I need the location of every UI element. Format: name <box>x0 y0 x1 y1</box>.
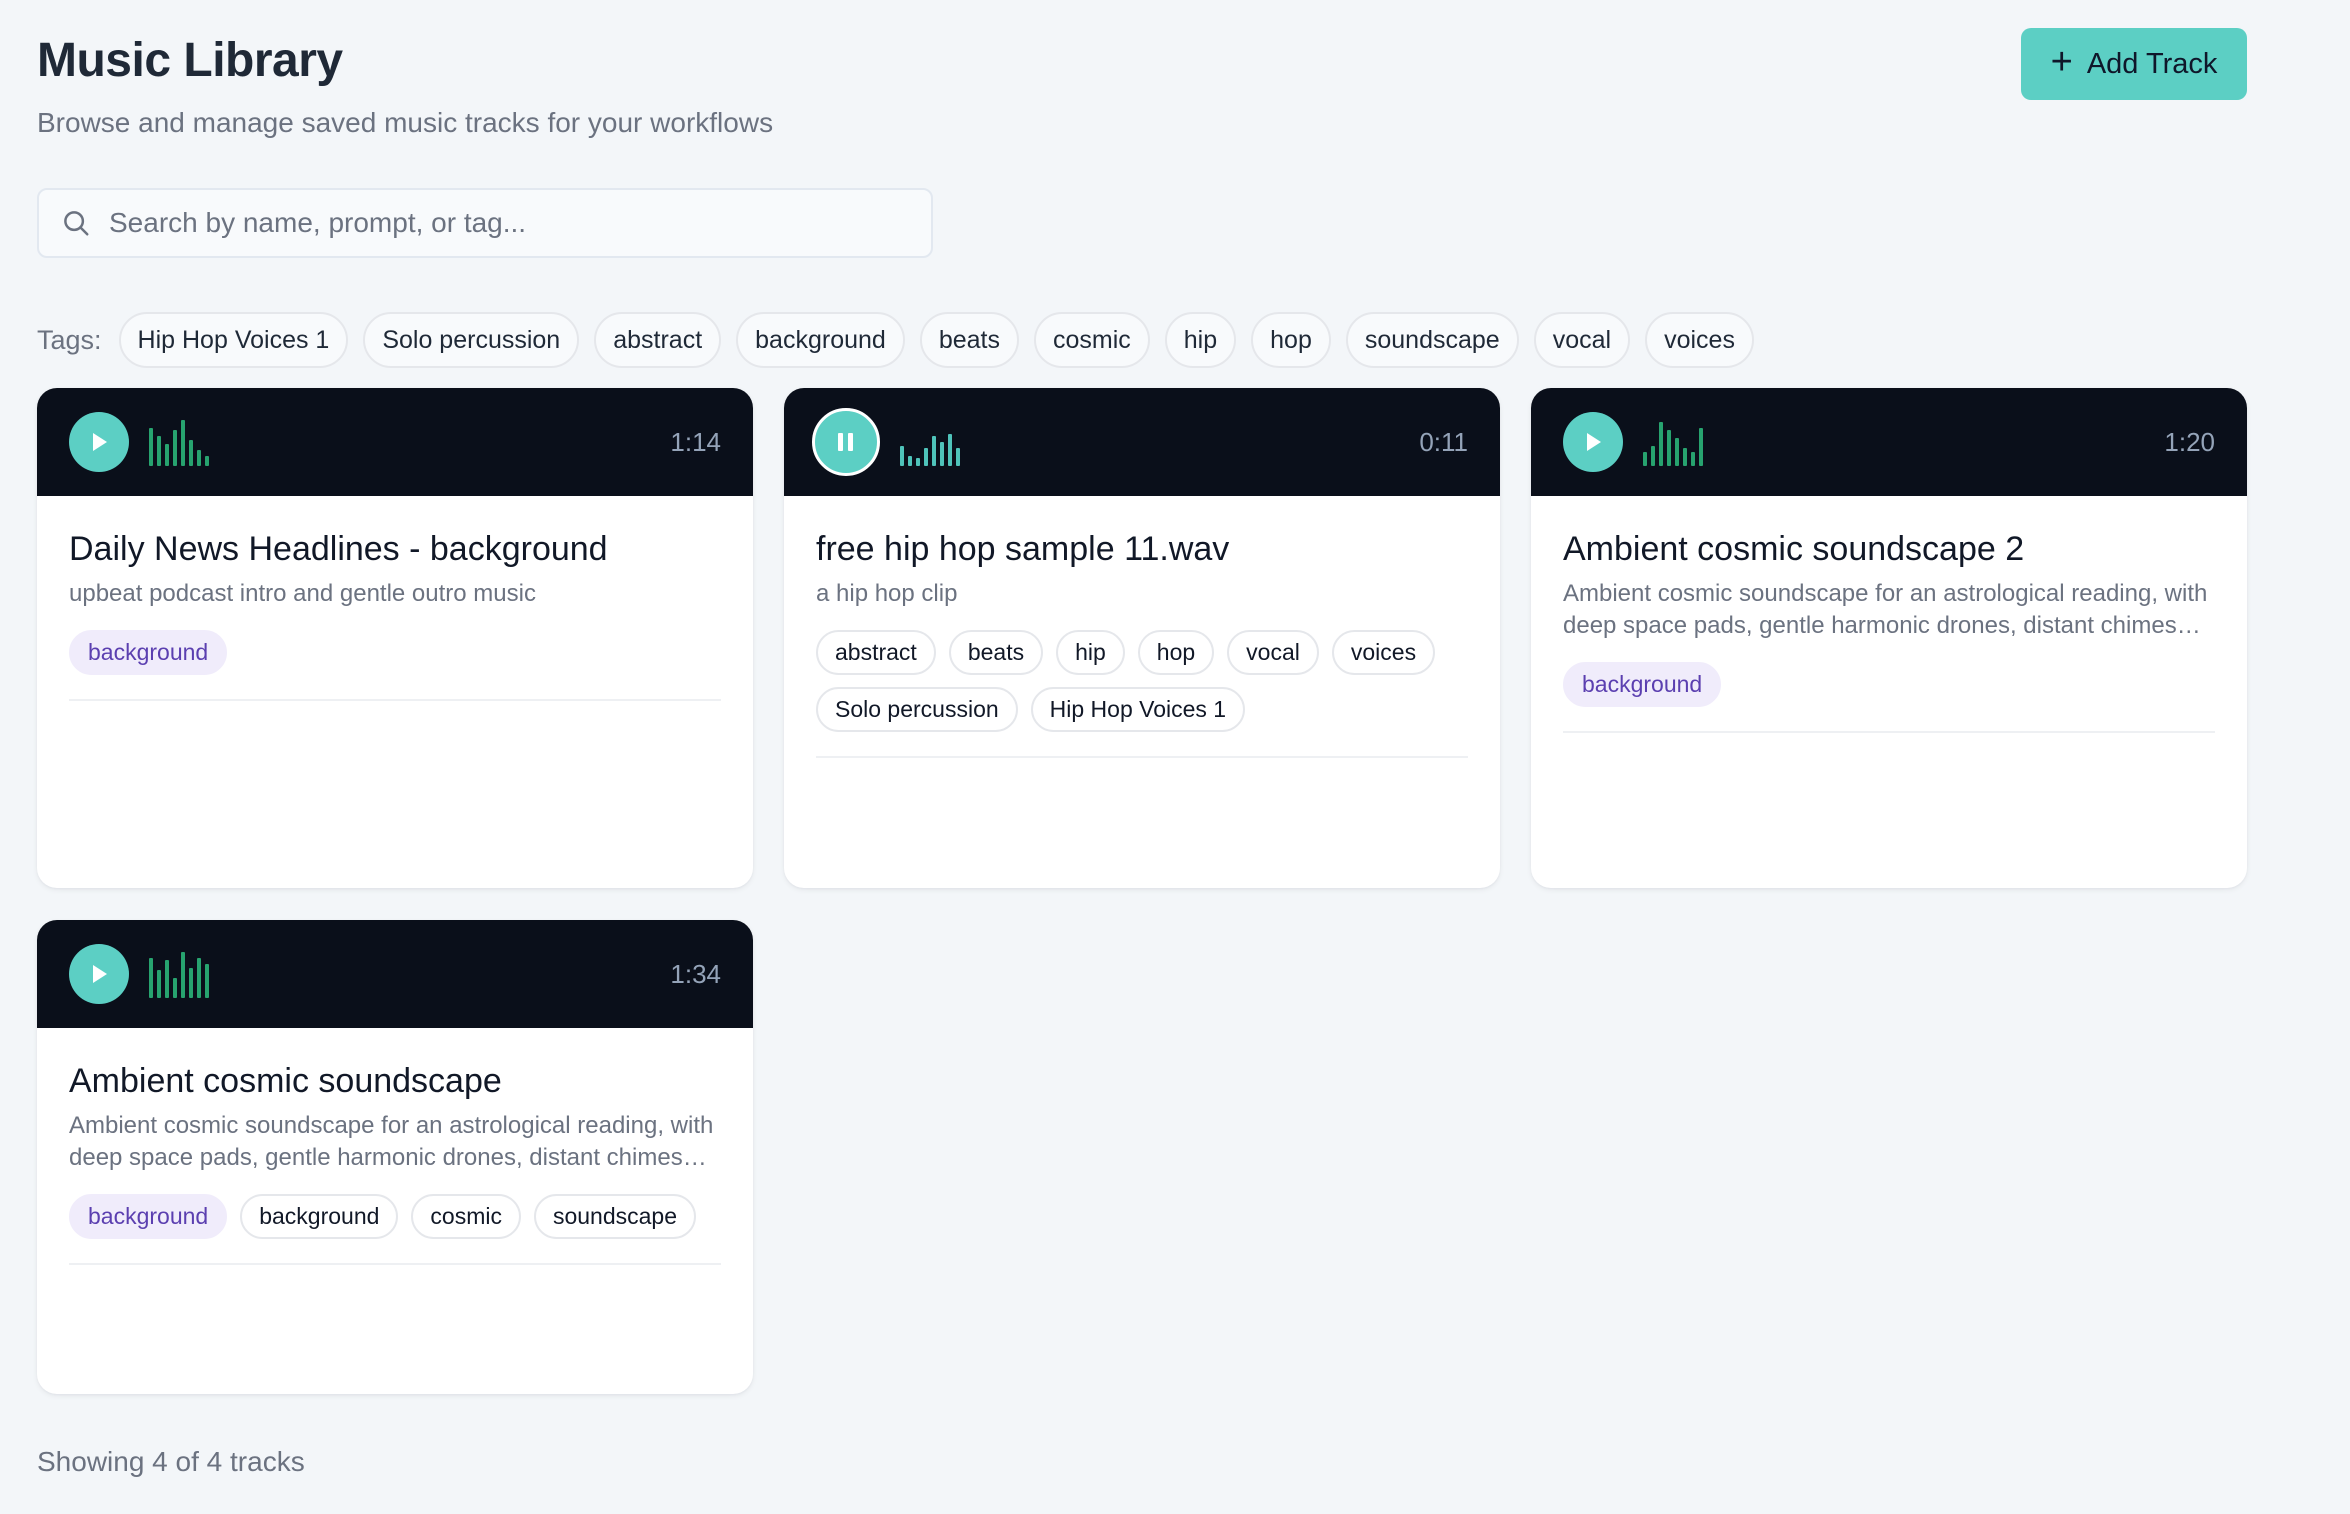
search-input[interactable] <box>109 207 889 239</box>
track-card: 1:14 Daily News Headlines - background upb… <box>37 388 753 888</box>
track-description: Ambient cosmic soundscape for an astrolo… <box>1563 580 2208 639</box>
track-name[interactable]: Ambient cosmic soundscape 2 <box>1563 528 2215 570</box>
track-details: Ambient cosmic soundscape 2 Ambient cosmi… <box>1531 496 2247 733</box>
track-details: Ambient cosmic soundscape Ambient cosmic … <box>37 1028 753 1265</box>
tag-filter-chip[interactable]: beats <box>919 312 1019 368</box>
tag-filter-chip[interactable]: vocal <box>1533 312 1631 368</box>
tag-chip[interactable]: voices <box>1331 630 1436 675</box>
play-icon <box>89 963 109 985</box>
play-icon <box>89 431 109 453</box>
tag-chip[interactable]: Hip Hop Voices 1 <box>1030 687 1246 732</box>
waveform-icon <box>900 418 960 466</box>
card-divider <box>1563 731 2215 733</box>
tag-chip[interactable]: hip <box>1056 630 1125 675</box>
tag-filter-chip[interactable]: background <box>736 312 905 368</box>
tag-filter-chip[interactable]: abstract <box>594 312 722 368</box>
page-header: Music Library Browse and manage saved mu… <box>37 28 2247 158</box>
track-description: Ambient cosmic soundscape for an astrolo… <box>69 1112 714 1171</box>
player-bar: 1:20 <box>1531 388 2247 496</box>
track-duration: 1:20 <box>2164 426 2215 457</box>
page-subtitle: Browse and manage saved music tracks for… <box>37 107 774 138</box>
track-duration: 1:14 <box>670 426 721 457</box>
tag-filter-chip[interactable]: hip <box>1164 312 1237 368</box>
waveform-icon <box>149 950 209 998</box>
card-divider <box>69 699 721 701</box>
track-card: 1:20 Ambient cosmic soundscape 2 Ambient c… <box>1531 388 2247 888</box>
search-box[interactable] <box>37 188 933 258</box>
track-details: free hip hop sample 11.wav a hip hop clip… <box>784 496 1500 758</box>
primary-tag-chip: background <box>1563 662 1722 707</box>
track-duration: 1:34 <box>670 958 721 989</box>
tag-filter-chip[interactable]: Hip Hop Voices 1 <box>118 312 349 368</box>
player-bar: 0:11 <box>784 388 1500 496</box>
tags-label: Tags: <box>37 324 102 355</box>
tag-filter-chip[interactable]: hop <box>1251 312 1331 368</box>
track-details: Daily News Headlines - background upbeat … <box>37 496 753 701</box>
player-bar: 1:34 <box>37 920 753 1028</box>
track-tags: abstract beats hip hop vocal voices Solo percu… <box>816 630 1468 732</box>
tag-filter-chip[interactable]: cosmic <box>1033 312 1150 368</box>
play-icon <box>1583 431 1603 453</box>
page-title: Music Library <box>37 34 343 87</box>
tag-chip[interactable]: beats <box>948 630 1044 675</box>
waveform-icon <box>149 418 209 466</box>
track-card: 1:34 Ambient cosmic soundscape Ambient cos… <box>37 920 753 1394</box>
tag-filter-chip[interactable]: Solo percussion <box>363 312 580 368</box>
card-divider <box>816 756 1468 758</box>
card-divider <box>69 1263 721 1265</box>
tag-chip[interactable]: background <box>240 1194 399 1239</box>
add-track-label: Add Track <box>2086 47 2218 80</box>
track-duration: 0:11 <box>1419 426 1468 457</box>
tag-filter-chip[interactable]: voices <box>1645 312 1754 368</box>
play-button[interactable] <box>69 944 129 1004</box>
tag-chip[interactable]: cosmic <box>411 1194 521 1239</box>
waveform-icon <box>1643 418 1703 466</box>
track-name[interactable]: Ambient cosmic soundscape <box>69 1060 721 1102</box>
tag-filter-chip[interactable]: soundscape <box>1345 312 1519 368</box>
pause-icon <box>836 431 856 453</box>
track-card: 0:11 free hip hop sample 11.wav a hip hop … <box>784 388 1500 888</box>
tag-chip[interactable]: abstract <box>816 630 936 675</box>
pause-button[interactable] <box>812 408 880 476</box>
track-count-summary: Showing 4 of 4 tracks <box>37 1446 305 1477</box>
track-tags: background <box>1563 662 2215 707</box>
play-button[interactable] <box>1563 412 1623 472</box>
track-name[interactable]: Daily News Headlines - background <box>69 528 721 570</box>
track-tags: background <box>69 630 721 675</box>
track-description: a hip hop clip <box>816 580 958 607</box>
tag-chip[interactable]: vocal <box>1227 630 1319 675</box>
primary-tag-chip: background <box>69 1194 228 1239</box>
tag-chip[interactable]: Solo percussion <box>816 687 1018 732</box>
tag-chip[interactable]: hop <box>1137 630 1215 675</box>
search-icon <box>64 211 89 236</box>
play-button[interactable] <box>69 412 129 472</box>
tag-chip[interactable]: soundscape <box>533 1194 697 1239</box>
track-name[interactable]: free hip hop sample 11.wav <box>816 528 1468 570</box>
tag-filter-bar: Tags: Hip Hop Voices 1 Solo percussion abs… <box>37 312 1754 368</box>
music-library-page: Music Library Browse and manage saved mu… <box>37 28 2247 368</box>
plus-icon: + <box>2050 41 2073 83</box>
track-tags: background background cosmic soundscape <box>69 1194 721 1239</box>
primary-tag-chip: background <box>69 630 228 675</box>
add-track-button[interactable]: + Add Track <box>2021 28 2247 100</box>
player-bar: 1:14 <box>37 388 753 496</box>
track-description: upbeat podcast intro and gentle outro mu… <box>69 580 536 607</box>
